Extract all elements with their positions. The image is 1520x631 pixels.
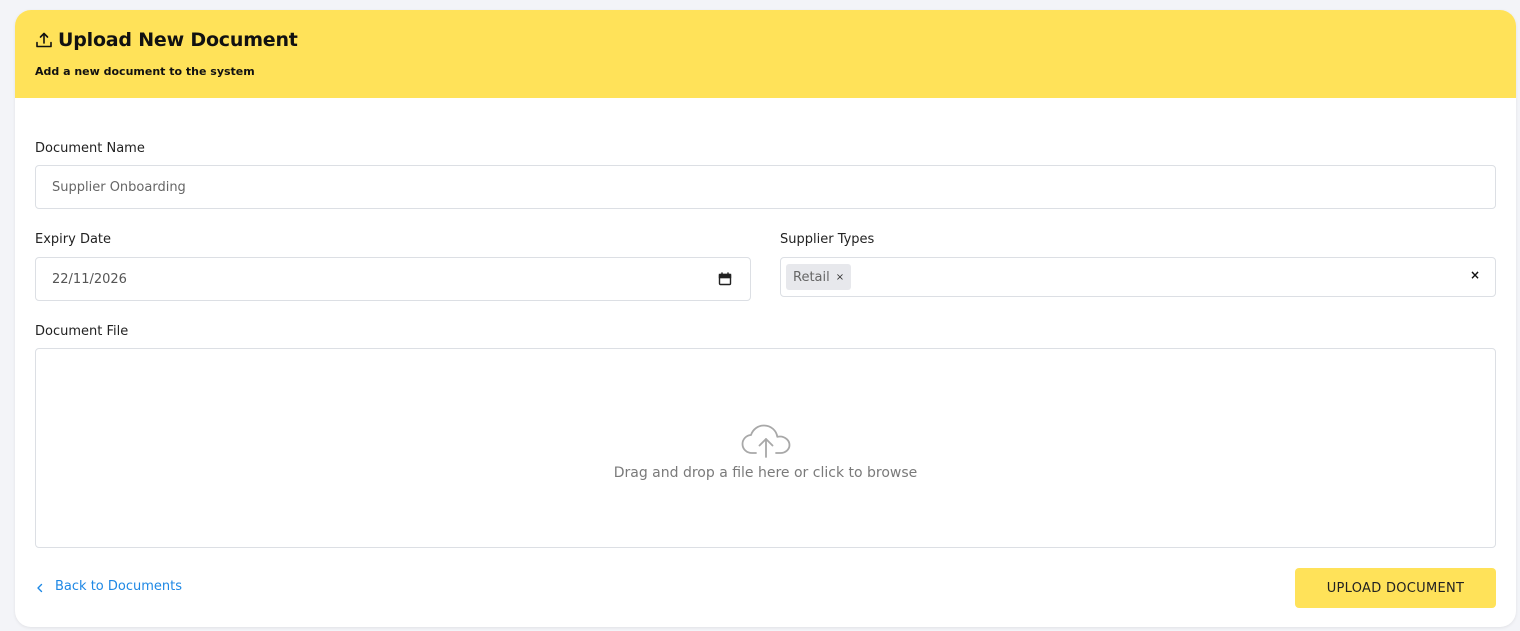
page-subtitle: Add a new document to the system: [35, 65, 255, 78]
supplier-type-chip-label: Retail: [793, 269, 830, 285]
upload-form: Document Name Supplier Onboarding Expiry…: [15, 98, 1516, 627]
expiry-date-label: Expiry Date: [35, 232, 112, 247]
card-header: Upload New Document Add a new document t…: [15, 10, 1516, 98]
file-dropzone[interactable]: Drag and drop a file here or click to br…: [35, 348, 1496, 548]
dropzone-text: Drag and drop a file here or click to br…: [613, 465, 918, 481]
back-to-documents-label: Back to Documents: [55, 579, 182, 594]
upload-icon: [35, 31, 53, 49]
document-file-label: Document File: [35, 324, 129, 339]
calendar-icon[interactable]: [718, 272, 732, 286]
cloud-upload-icon: [740, 423, 792, 459]
document-name-value: Supplier Onboarding: [52, 179, 186, 195]
back-to-documents-link[interactable]: Back to Documents: [35, 579, 182, 594]
header-title-row: Upload New Document: [35, 28, 1496, 52]
expiry-date-value: 22/11/2026: [52, 271, 127, 287]
supplier-types-label: Supplier Types: [780, 232, 875, 247]
clear-selection-icon[interactable]: ×: [1470, 268, 1480, 282]
document-name-input[interactable]: Supplier Onboarding: [35, 165, 1496, 209]
upload-document-button[interactable]: UPLOAD DOCUMENT: [1295, 568, 1496, 608]
supplier-types-select[interactable]: Retail × ×: [780, 257, 1496, 297]
document-name-label: Document Name: [35, 141, 145, 156]
remove-chip-icon[interactable]: ×: [836, 272, 844, 283]
chevron-left-icon: [35, 582, 45, 592]
page-title: Upload New Document: [58, 29, 298, 51]
upload-document-card: Upload New Document Add a new document t…: [15, 10, 1516, 627]
supplier-type-chip: Retail ×: [786, 264, 852, 290]
expiry-date-input[interactable]: 22/11/2026: [35, 257, 751, 301]
